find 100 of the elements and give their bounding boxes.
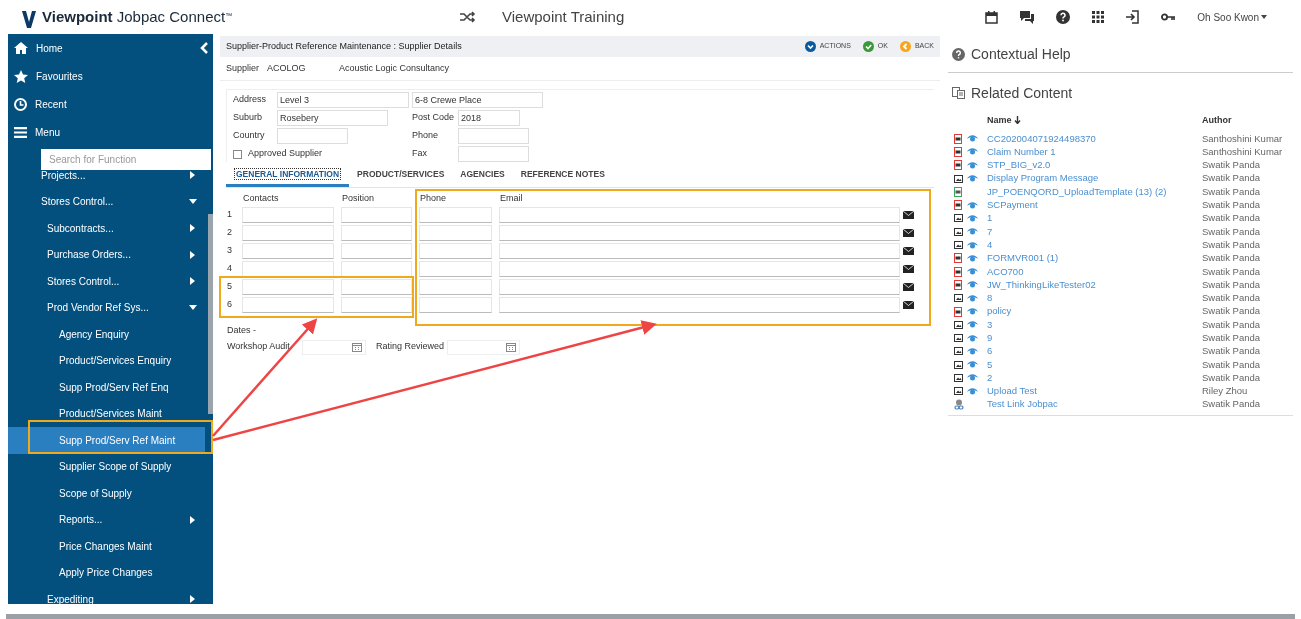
eye-icon[interactable] (967, 321, 978, 329)
key-icon[interactable] (1161, 13, 1176, 21)
tree-item[interactable]: Stores Control... (8, 188, 205, 215)
tree-item[interactable]: Product/Services Enquiry (8, 347, 205, 374)
tree-item[interactable]: Expediting (8, 586, 205, 604)
document-link[interactable]: 6 (987, 344, 1202, 359)
help-icon[interactable] (1056, 10, 1071, 24)
tree-item[interactable]: Agency Enquiry (8, 321, 205, 348)
tree-item[interactable]: Subcontracts... (8, 215, 205, 242)
document-link[interactable]: 9 (987, 331, 1202, 346)
mail-icon[interactable] (903, 211, 914, 219)
tab[interactable]: PRODUCT/SERVICES (349, 165, 453, 187)
input-field[interactable] (242, 279, 334, 295)
document-link[interactable]: CC202004071924498370 (987, 131, 1202, 146)
tree-item[interactable]: Scope of Supply (8, 480, 205, 507)
document-link[interactable]: Display Program Message (987, 171, 1202, 186)
nav-item[interactable]: Home (8, 34, 213, 62)
tree-item[interactable]: Price Changes Maint (8, 533, 205, 560)
tree-item[interactable]: Prod Vendor Ref Sys... (8, 294, 205, 321)
input-field[interactable] (341, 243, 412, 259)
mail-icon[interactable] (903, 301, 914, 309)
tree-item[interactable]: Apply Price Changes (8, 559, 205, 586)
input-field[interactable] (499, 243, 900, 259)
input-field[interactable] (419, 261, 492, 277)
input-field[interactable] (419, 297, 492, 313)
document-link[interactable]: 5 (987, 357, 1202, 372)
eye-icon[interactable] (967, 268, 978, 276)
suburb-field[interactable]: Rosebery (277, 110, 388, 126)
eye-icon[interactable] (967, 308, 978, 315)
input-field[interactable] (341, 261, 412, 277)
shuffle-icon[interactable] (460, 11, 476, 23)
nav-item[interactable]: Recent (8, 90, 213, 118)
tree-item[interactable]: Reports... (8, 506, 205, 533)
eye-icon[interactable] (967, 334, 978, 342)
input-field[interactable] (341, 279, 412, 295)
column-header[interactable]: Author (1202, 113, 1232, 127)
input-field[interactable] (419, 207, 492, 223)
eye-icon[interactable] (967, 161, 978, 169)
document-link[interactable]: 1 (987, 211, 1202, 226)
post-code-field[interactable]: 2018 (458, 110, 520, 126)
eye-icon[interactable] (967, 387, 978, 395)
input-field[interactable] (499, 225, 900, 241)
input-field[interactable] (499, 207, 900, 223)
search-field[interactable]: Search for Function (41, 149, 211, 170)
input-field[interactable] (242, 225, 334, 241)
eye-icon[interactable] (967, 347, 978, 355)
tree-item[interactable]: Purchase Orders... (8, 241, 205, 268)
tab[interactable]: REFERENCE NOTES (512, 165, 613, 187)
fax-field[interactable] (458, 146, 529, 162)
nav-item[interactable]: Menu (8, 118, 213, 146)
eye-icon[interactable] (967, 361, 978, 369)
collapse-icon[interactable] (200, 42, 208, 54)
input-field[interactable] (341, 225, 412, 241)
document-link[interactable]: FORMVR001 (1) (987, 251, 1202, 266)
mail-icon[interactable] (903, 283, 914, 291)
nav-item[interactable]: Favourites (8, 62, 213, 90)
eye-icon[interactable] (967, 281, 978, 289)
document-link[interactable]: 8 (987, 291, 1202, 306)
document-link[interactable]: JP_POENQORD_UploadTemplate (13) (2) (987, 184, 1202, 199)
document-link[interactable]: 4 (987, 237, 1202, 253)
document-link[interactable]: ACO700 (987, 264, 1202, 279)
document-link[interactable]: 7 (987, 224, 1202, 239)
input-field[interactable] (419, 225, 492, 241)
eye-icon[interactable] (967, 294, 978, 302)
tree-item[interactable]: Supp Prod/Serv Ref Maint (8, 427, 205, 454)
input-field[interactable] (419, 279, 492, 295)
sign-in-icon[interactable] (1126, 10, 1140, 24)
eye-icon[interactable] (967, 135, 978, 143)
document-link[interactable]: policy (987, 304, 1202, 319)
tab[interactable]: AGENCIES (452, 165, 513, 187)
document-link[interactable]: Claim Number 1 (987, 144, 1202, 160)
mail-icon[interactable] (903, 265, 914, 273)
document-link[interactable]: STP_BIG_v2.0 (987, 158, 1202, 173)
user-menu[interactable]: Oh Soo Kwon (1197, 9, 1267, 25)
tree-item[interactable]: Stores Control... (8, 268, 205, 295)
eye-icon[interactable] (967, 201, 978, 209)
input-field[interactable] (499, 297, 900, 313)
document-link[interactable]: Upload Test (987, 384, 1202, 399)
input-field[interactable] (341, 207, 412, 223)
tree-item[interactable]: Supp Prod/Serv Ref Enq (8, 374, 205, 401)
eye-icon[interactable] (967, 374, 978, 382)
date-field[interactable] (302, 339, 366, 355)
document-link[interactable]: 3 (987, 317, 1202, 332)
document-link[interactable]: JW_ThinkingLikeTester02 (987, 277, 1202, 293)
input-field[interactable] (499, 261, 900, 277)
document-link[interactable]: Test Link Jobpac (987, 397, 1202, 412)
eye-icon[interactable] (967, 228, 978, 236)
mail-icon[interactable] (903, 229, 914, 237)
input-field[interactable] (242, 297, 334, 313)
input-field[interactable] (419, 243, 492, 259)
eye-icon[interactable] (967, 254, 978, 262)
country-field[interactable] (277, 128, 348, 144)
tree-item[interactable]: Supplier Scope of Supply (8, 453, 205, 480)
eye-icon[interactable] (967, 241, 978, 249)
mail-icon[interactable] (903, 247, 914, 255)
document-link[interactable]: SCPayment (987, 198, 1202, 213)
document-link[interactable]: 2 (987, 370, 1202, 386)
address-field[interactable]: Level 3 (277, 92, 409, 108)
approved-supplier-checkbox[interactable]: Approved Supplier (233, 147, 412, 161)
input-field[interactable] (242, 243, 334, 259)
